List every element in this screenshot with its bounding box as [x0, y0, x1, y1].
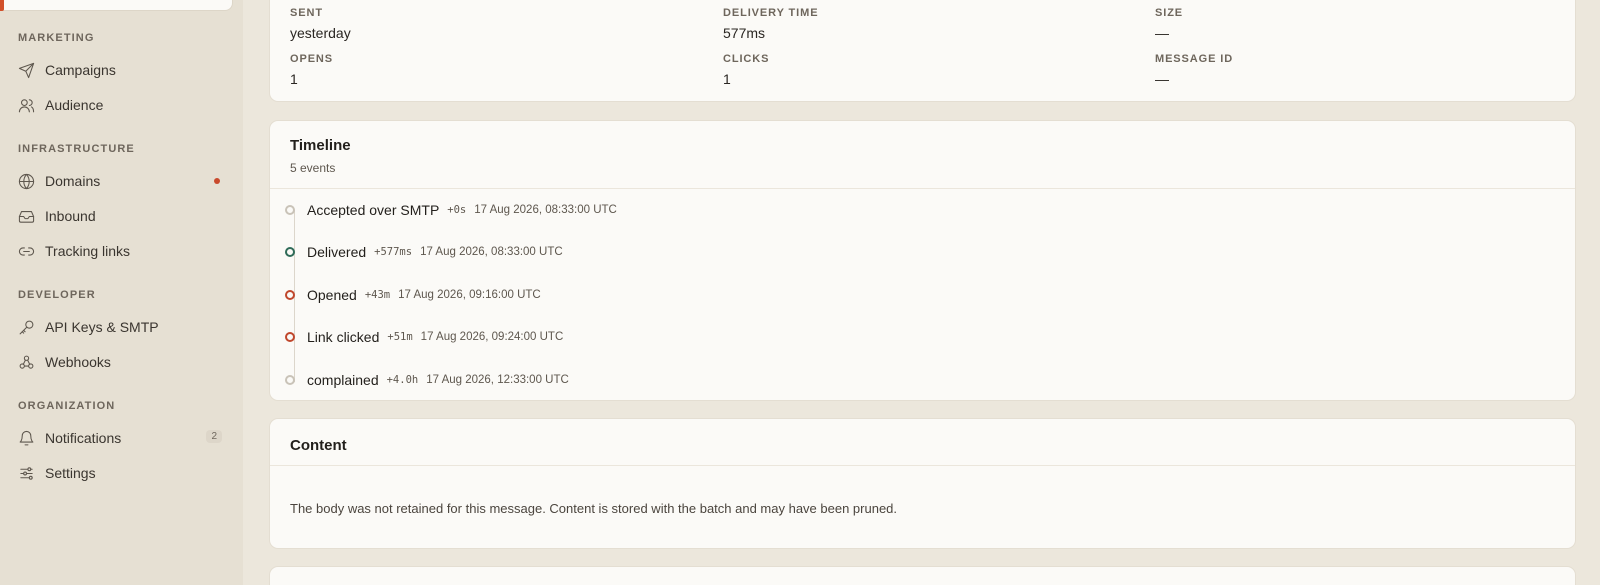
message-stats-card: SENT yesterday DELIVERY TIME 577ms SIZE … — [269, 0, 1576, 102]
sidebar-item-api-keys[interactable]: API Keys & SMTP — [8, 312, 228, 342]
key-icon — [18, 319, 35, 336]
users-icon — [18, 97, 35, 114]
stat-value-message-id: — — [1155, 71, 1169, 87]
event-marker-icon — [285, 332, 295, 342]
event-name: Link clicked — [307, 329, 380, 345]
sidebar-item-label: Tracking links — [45, 243, 131, 259]
stat-label-clicks: CLICKS — [723, 53, 770, 65]
timeline-title: Timeline — [290, 137, 351, 154]
stat-label-message-id: MESSAGE ID — [1155, 53, 1234, 65]
stat-label-opens: OPENS — [290, 53, 334, 65]
event-marker-icon — [285, 247, 295, 257]
sidebar-item-label: Domains — [45, 173, 101, 189]
sidebar-item-label: Notifications — [45, 430, 122, 446]
sidebar-item-settings[interactable]: Settings — [8, 458, 228, 488]
stat-value-clicks: 1 — [723, 71, 731, 87]
timeline-event: complained +4.0h 17 Aug 2026, 12:33:00 U… — [285, 370, 569, 390]
event-marker-icon — [285, 290, 295, 300]
webhook-icon — [18, 354, 35, 371]
timeline-event: Opened +43m 17 Aug 2026, 09:16:00 UTC — [285, 285, 541, 305]
section-label-infrastructure: INFRASTRUCTURE — [18, 143, 135, 155]
event-timestamp: 17 Aug 2026, 08:33:00 UTC — [420, 246, 563, 258]
timeline-card: Timeline 5 events Accepted over SMTP +0s… — [269, 120, 1576, 401]
content-divider — [270, 465, 1575, 466]
sidebar-item-label: Settings — [45, 465, 96, 481]
stat-value-opens: 1 — [290, 71, 298, 87]
sidebar-item-label: API Keys & SMTP — [45, 319, 159, 335]
sidebar-item-audience[interactable]: Audience — [8, 90, 228, 120]
event-name: complained — [307, 372, 379, 388]
event-offset: +43m — [364, 289, 391, 301]
stat-value-delivery-time: 577ms — [723, 25, 766, 41]
stat-label-delivery-time: DELIVERY TIME — [723, 7, 819, 19]
timeline-event: Accepted over SMTP +0s 17 Aug 2026, 08:3… — [285, 200, 617, 220]
event-name: Delivered — [307, 244, 367, 260]
event-offset: +4.0h — [386, 374, 419, 386]
timeline-divider — [270, 188, 1575, 189]
link-icon — [18, 243, 35, 260]
stat-value-sent: yesterday — [290, 25, 351, 41]
sidebar-item-label: Webhooks — [45, 354, 111, 370]
sidebar-item-label: Campaigns — [45, 62, 116, 78]
section-label-marketing: MARKETING — [18, 32, 95, 44]
status-dot — [214, 178, 220, 184]
sidebar-item-label: Audience — [45, 97, 104, 113]
inbox-icon — [18, 208, 35, 225]
sidebar-item-webhooks[interactable]: Webhooks — [8, 347, 228, 377]
timeline-event: Delivered +577ms 17 Aug 2026, 08:33:00 U… — [285, 242, 563, 262]
event-marker-icon — [285, 375, 295, 385]
event-offset: +577ms — [374, 246, 413, 258]
content-card: Content The body was not retained for th… — [269, 418, 1576, 549]
stat-value-size: — — [1155, 25, 1169, 41]
event-offset: +51m — [387, 331, 413, 343]
sliders-icon — [18, 465, 35, 482]
event-timestamp: 17 Aug 2026, 08:33:00 UTC — [474, 204, 617, 216]
sidebar-item-inbound[interactable]: Inbound — [8, 201, 228, 231]
sidebar: MARKETING Campaigns Audience INFRASTRUCT… — [0, 0, 243, 585]
event-offset: +0s — [447, 204, 467, 216]
sidebar-item-notifications[interactable]: Notifications 2 — [8, 423, 228, 453]
section-label-developer: DEVELOPER — [18, 289, 96, 301]
event-name: Accepted over SMTP — [307, 202, 440, 218]
content-body-notice: The body was not retained for this messa… — [290, 501, 898, 516]
event-timestamp: 17 Aug 2026, 12:33:00 UTC — [426, 374, 569, 386]
event-timestamp: 17 Aug 2026, 09:16:00 UTC — [398, 289, 541, 301]
sidebar-item-tracking-links[interactable]: Tracking links — [8, 236, 228, 266]
active-indicator — [0, 0, 4, 11]
event-timestamp: 17 Aug 2026, 09:24:00 UTC — [420, 331, 564, 343]
send-icon — [18, 62, 35, 79]
bell-icon — [18, 430, 35, 447]
event-name: Opened — [307, 287, 357, 303]
sidebar-item-label: Inbound — [45, 208, 96, 224]
sidebar-item-active[interactable] — [0, 0, 233, 11]
next-card — [269, 566, 1576, 585]
notification-count-badge: 2 — [206, 430, 222, 443]
globe-icon — [18, 173, 35, 190]
sidebar-item-domains[interactable]: Domains — [8, 166, 228, 196]
sidebar-item-campaigns[interactable]: Campaigns — [8, 55, 228, 85]
stat-label-size: SIZE — [1155, 7, 1184, 19]
section-label-organization: ORGANIZATION — [18, 400, 116, 412]
timeline-event: Link clicked +51m 17 Aug 2026, 09:24:00 … — [285, 327, 563, 347]
timeline-event-count: 5 events — [290, 161, 336, 175]
stat-label-sent: SENT — [290, 7, 323, 19]
content-title: Content — [290, 437, 347, 454]
event-marker-icon — [285, 205, 295, 215]
